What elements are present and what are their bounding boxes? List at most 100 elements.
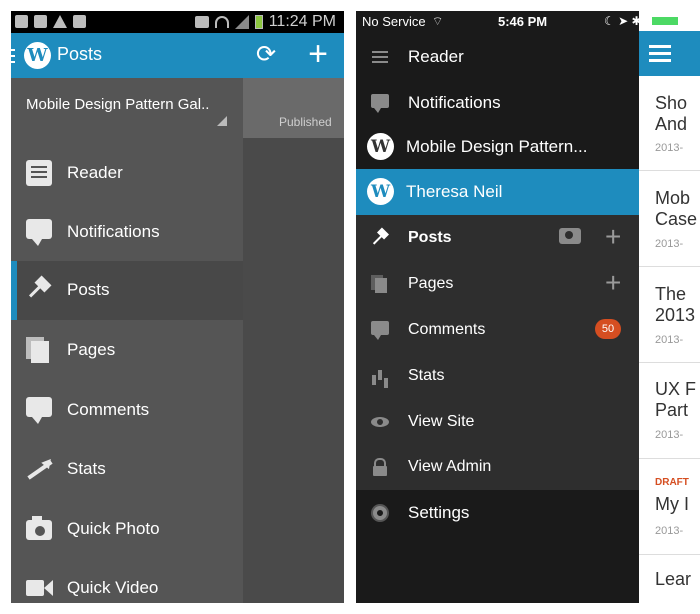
drawer-item-posts[interactable]: Posts — [11, 261, 243, 320]
menu-item-label: Mobile Design Pattern... — [406, 137, 588, 156]
battery-icon — [254, 15, 263, 29]
drawer-item-label: Posts — [67, 280, 110, 299]
add-post-button[interactable]: + — [304, 37, 332, 71]
status-indicators-icon: ☾ ➤ ✱ — [604, 14, 642, 28]
drawer-item-quick-video[interactable]: Quick Video — [11, 559, 243, 603]
menu-item-label: View Site — [408, 413, 475, 430]
menu-item-label: Reader — [408, 47, 464, 66]
active-indicator — [11, 261, 17, 320]
pages-icon — [371, 275, 389, 293]
menu-item-reader[interactable]: Reader — [356, 34, 639, 80]
video-icon — [26, 580, 53, 596]
menu-item-blog[interactable]: W Mobile Design Pattern... — [356, 124, 639, 170]
android-status-bar: 11:24 PM — [11, 11, 344, 33]
comments-count-badge: 50 — [595, 319, 621, 339]
notification-icon — [15, 15, 28, 28]
stats-icon — [371, 367, 389, 385]
drawer-item-label: Quick Video — [67, 578, 159, 597]
posts-content-panel: Published — [243, 78, 344, 603]
post-title: Case — [655, 209, 698, 229]
tab-published-label: Published — [279, 115, 332, 129]
wifi-icon: ⌔ — [432, 14, 444, 28]
eye-icon — [371, 413, 389, 431]
android-screenshot: 11:24 PM W Posts ⟳ + Published Mobile De… — [11, 11, 344, 603]
wordpress-logo-icon[interactable]: W — [24, 42, 51, 69]
post-date: 2013- — [655, 334, 684, 346]
camera-icon — [26, 516, 52, 540]
drawer-item-label: Stats — [67, 459, 106, 478]
mute-icon — [194, 16, 209, 28]
side-menu: Reader Notifications W Mobile Design Pat… — [356, 11, 639, 603]
add-photo-icon[interactable] — [559, 228, 581, 244]
stats-icon — [26, 456, 52, 482]
post-title: Sho — [655, 93, 688, 113]
menu-item-label: Posts — [408, 229, 452, 246]
menu-item-view-admin[interactable]: View Admin — [356, 444, 639, 490]
battery-icon — [650, 15, 680, 27]
menu-item-label: Settings — [408, 503, 470, 522]
list-item[interactable]: Mob Case 2013- — [639, 171, 700, 267]
signal-icon — [234, 15, 249, 29]
drawer-item-quick-photo[interactable]: Quick Photo — [11, 500, 243, 559]
reader-icon — [26, 160, 52, 186]
navigation-drawer: Mobile Design Pattern Gal.. Reader Notif… — [11, 78, 243, 603]
post-title: And — [655, 114, 688, 134]
posts-list-panel: Sho And 2013- Mob Case 2013- The 2013 20… — [639, 11, 700, 603]
menu-item-view-site[interactable]: View Site — [356, 399, 639, 445]
gear-icon — [371, 504, 389, 522]
post-date: 2013- — [655, 142, 684, 154]
post-title: Part — [655, 400, 689, 420]
wordpress-logo-icon: W — [367, 133, 394, 160]
post-title: 2013 — [655, 305, 696, 325]
post-date: 2013- — [655, 238, 684, 250]
notifications-icon — [371, 94, 389, 113]
ios-screenshot: Reader Notifications W Mobile Design Pat… — [356, 11, 700, 603]
menu-item-account[interactable]: W Theresa Neil — [356, 169, 639, 215]
drawer-item-notifications[interactable]: Notifications — [11, 203, 243, 262]
menu-item-comments[interactable]: Comments 50 — [356, 307, 639, 353]
drawer-item-reader[interactable]: Reader — [11, 144, 243, 203]
tab-published[interactable]: Published — [243, 78, 344, 138]
list-item[interactable]: DRAFT My I 2013- — [639, 459, 700, 555]
drawer-item-label: Quick Photo — [67, 519, 160, 538]
list-item[interactable]: Sho And 2013- — [639, 76, 700, 171]
drawer-item-label: Notifications — [67, 222, 160, 241]
blog-selector[interactable]: Mobile Design Pattern Gal.. — [11, 78, 243, 138]
draft-badge: DRAFT — [655, 477, 689, 488]
comments-icon — [26, 397, 52, 424]
warning-icon — [53, 15, 67, 28]
hamburger-menu-icon[interactable] — [649, 45, 671, 48]
pushpin-icon — [26, 277, 52, 303]
action-bar: W Posts ⟳ + — [11, 33, 344, 78]
add-page-button[interactable]: + — [605, 269, 621, 297]
menu-item-posts[interactable]: Posts + — [356, 215, 639, 261]
menu-item-notifications[interactable]: Notifications — [356, 80, 639, 126]
menu-item-pages[interactable]: Pages + — [356, 261, 639, 307]
pages-icon — [26, 337, 52, 363]
lock-icon — [371, 458, 389, 476]
add-post-button[interactable]: + — [605, 223, 621, 251]
voicemail-icon — [73, 15, 86, 28]
menu-item-stats[interactable]: Stats — [356, 353, 639, 399]
list-item[interactable]: The 2013 2013- — [639, 267, 700, 363]
drawer-indicator-icon[interactable] — [11, 49, 15, 63]
list-item[interactable]: Lear — [639, 555, 700, 603]
menu-item-label: Pages — [408, 275, 454, 292]
refresh-icon[interactable]: ⟳ — [254, 43, 278, 67]
wordpress-logo-icon: W — [367, 178, 394, 205]
drawer-item-pages[interactable]: Pages — [11, 321, 243, 380]
post-title: My I — [655, 494, 689, 514]
drawer-item-label: Comments — [67, 400, 150, 419]
list-item[interactable]: UX F Part 2013- — [639, 363, 700, 459]
comments-icon — [371, 321, 389, 340]
blog-name: Mobile Design Pattern Gal.. — [26, 96, 210, 113]
image-notification-icon — [34, 15, 47, 28]
menu-item-settings[interactable]: Settings — [356, 490, 639, 536]
drawer-item-comments[interactable]: Comments — [11, 381, 243, 440]
notifications-icon — [26, 219, 52, 246]
posts-nav-bar — [639, 31, 700, 76]
menu-item-label: Comments — [408, 321, 486, 338]
drawer-item-stats[interactable]: Stats — [11, 440, 243, 499]
menu-item-label: Stats — [408, 367, 445, 384]
post-title: The — [655, 284, 687, 304]
